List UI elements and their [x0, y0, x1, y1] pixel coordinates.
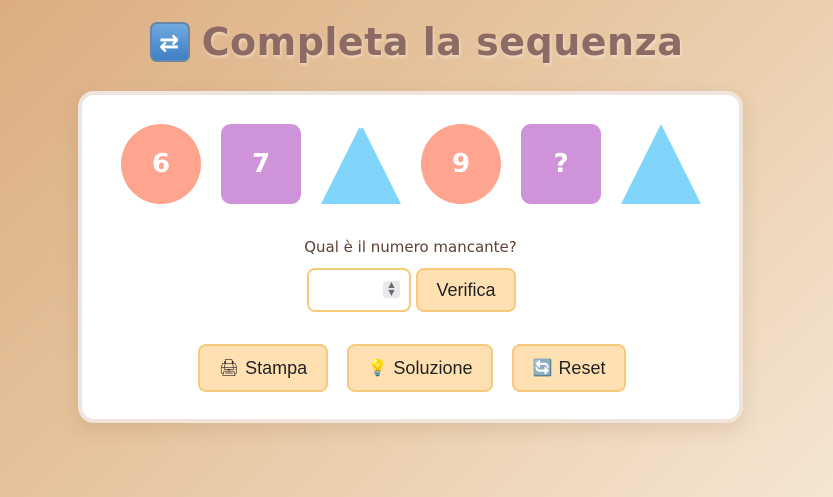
answer-number-input[interactable]: ▲ ▼	[307, 268, 411, 312]
question-text: Qual è il numero mancante?	[304, 238, 517, 256]
sequence-item-square: ?	[521, 124, 601, 204]
sequence-item-triangle	[321, 124, 401, 204]
sequence-item-label: 7	[251, 149, 271, 179]
page-title: ⇄ Completa la sequenza	[0, 18, 833, 66]
sequence-item-label: ?	[553, 149, 569, 179]
print-button[interactable]: 🖨 Stampa	[198, 344, 328, 392]
sequence-item-label: 6	[151, 149, 171, 179]
printer-icon: 🖨	[218, 360, 240, 377]
solution-button-label: Soluzione	[393, 357, 473, 378]
refresh-icon: 🔄	[532, 360, 553, 377]
puzzle-card: 6 7 9 ? Qual è il numero mancante? ▲ ▼ Ve…	[78, 91, 743, 423]
repeat-icon: ⇄	[149, 22, 190, 62]
reset-button[interactable]: 🔄 Reset	[512, 344, 626, 392]
sequence-item-label: 9	[451, 149, 471, 179]
page-title-text: Completa la sequenza	[201, 20, 684, 64]
lightbulb-icon: 💡	[367, 360, 388, 377]
triangle-shape	[321, 124, 401, 204]
sequence-item-circle: 9	[421, 124, 501, 204]
triangle-shape	[621, 124, 701, 204]
sequence-item-triangle	[621, 124, 701, 204]
sequence-item-square: 7	[221, 124, 301, 204]
sequence-item-circle: 6	[121, 124, 201, 204]
solution-button[interactable]: 💡 Soluzione	[347, 344, 493, 392]
print-button-label: Stampa	[245, 357, 308, 378]
number-stepper[interactable]: ▲ ▼	[383, 281, 400, 298]
verify-button[interactable]: Verifica	[416, 268, 516, 312]
reset-button-label: Reset	[558, 357, 606, 378]
